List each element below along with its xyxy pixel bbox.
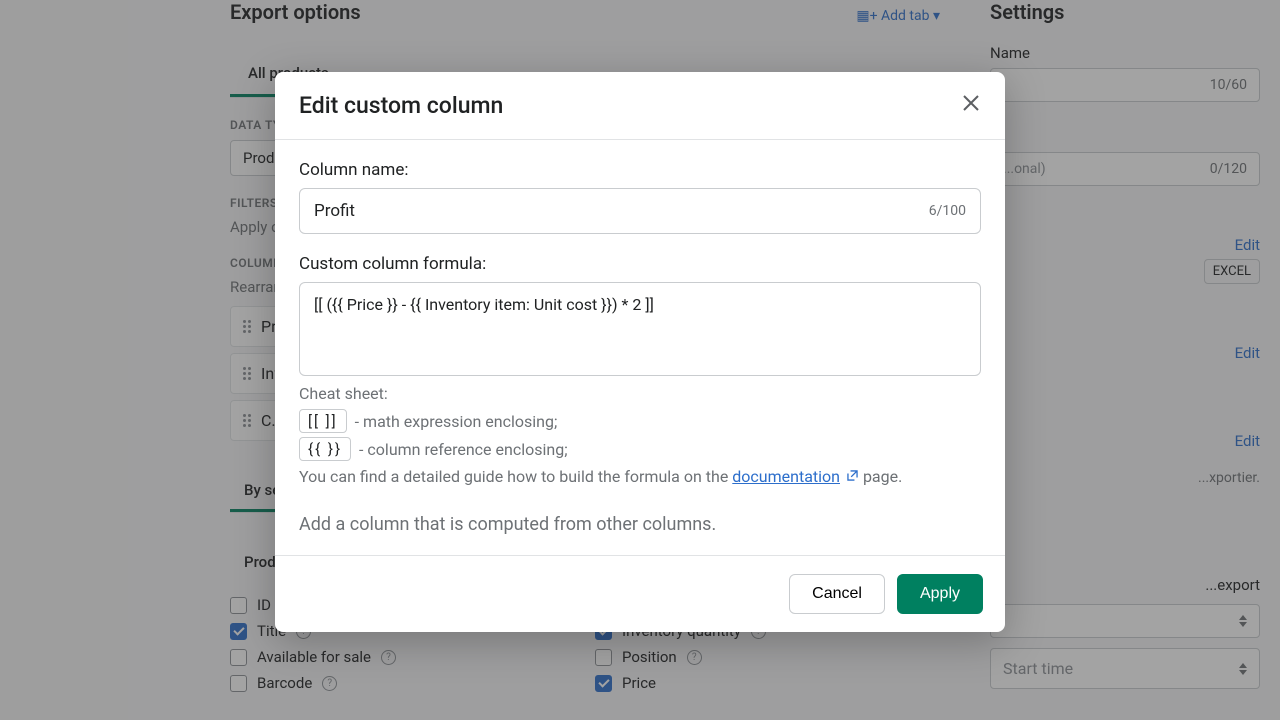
doc-guide-text: You can find a detailed guide how to bui… <box>299 467 981 486</box>
formula-value: [[ ({{ Price }} - {{ Inventory item: Uni… <box>314 295 654 314</box>
column-name-counter: 6/100 <box>929 203 966 219</box>
close-icon <box>961 93 981 113</box>
column-name-label: Column name: <box>299 160 981 180</box>
modal-description: Add a column that is computed from other… <box>299 514 981 535</box>
modal-footer: Cancel Apply <box>275 555 1005 632</box>
modal-header: Edit custom column <box>275 72 1005 140</box>
formula-input[interactable]: [[ ({{ Price }} - {{ Inventory item: Uni… <box>299 282 981 376</box>
column-name-input[interactable]: Profit 6/100 <box>299 188 981 234</box>
close-button[interactable] <box>961 93 981 118</box>
documentation-link[interactable]: documentation <box>732 467 840 486</box>
column-name-value: Profit <box>314 201 355 221</box>
cheat-col-row: {{ }} - column reference enclosing; <box>299 437 981 461</box>
modal-overlay: Edit custom column Column name: Profit 6… <box>0 0 1280 720</box>
column-chip: {{ }} <box>299 437 351 461</box>
cheat-math-row: [[ ]] - math expression enclosing; <box>299 409 981 433</box>
external-link-icon <box>846 467 859 486</box>
math-chip: [[ ]] <box>299 409 347 433</box>
formula-label: Custom column formula: <box>299 254 981 274</box>
cheat-sheet-label: Cheat sheet: <box>299 384 981 403</box>
modal-body: Column name: Profit 6/100 Custom column … <box>275 140 1005 555</box>
edit-column-modal: Edit custom column Column name: Profit 6… <box>275 72 1005 632</box>
cancel-button[interactable]: Cancel <box>789 574 885 614</box>
apply-button[interactable]: Apply <box>897 574 983 614</box>
modal-title: Edit custom column <box>299 92 503 119</box>
